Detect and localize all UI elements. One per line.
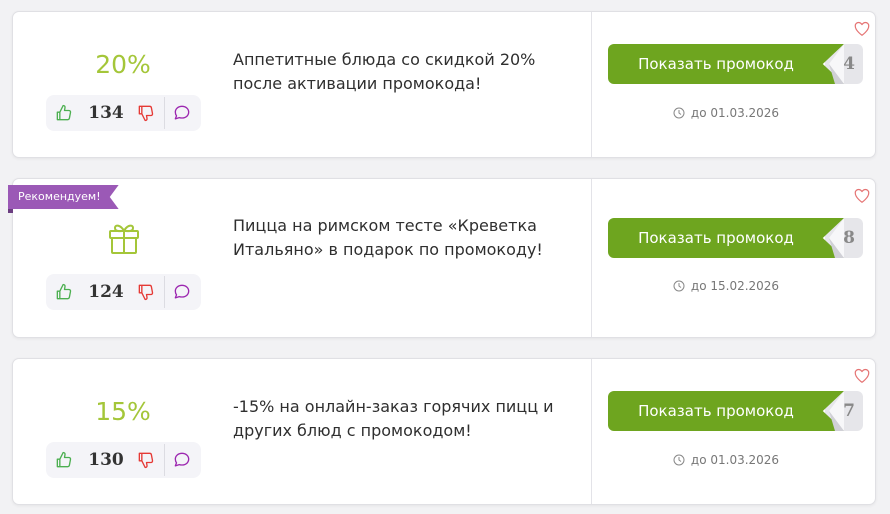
offer-left-panel: 124 <box>13 179 233 337</box>
show-promo-code-label: Показать промокод <box>608 391 844 431</box>
thumbs-up-icon[interactable] <box>54 450 74 470</box>
comment-icon[interactable] <box>172 282 192 302</box>
expiry-date: до 01.03.2026 <box>608 106 844 120</box>
clock-icon <box>673 107 685 119</box>
vote-separator <box>164 444 165 476</box>
card-divider <box>591 12 592 157</box>
thumbs-up-icon[interactable] <box>54 282 74 302</box>
discount-value: 20% <box>95 50 151 79</box>
vote-count: 134 <box>88 103 124 123</box>
heart-icon[interactable] <box>853 367 871 384</box>
offer-card: 15% 130 -15% на онлайн-заказ горячих пиц… <box>12 358 876 505</box>
page-fold-icon <box>829 218 844 258</box>
card-divider <box>591 179 592 337</box>
show-promo-code-button[interactable]: 4 Показать промокод <box>608 44 863 84</box>
show-promo-code-label: Показать промокод <box>608 44 844 84</box>
vote-panel: 130 <box>46 442 201 478</box>
gift-icon <box>109 224 139 254</box>
comment-icon[interactable] <box>172 103 192 123</box>
offer-left-panel: 15% 130 <box>13 359 233 504</box>
heart-icon[interactable] <box>853 187 871 204</box>
expiry-text: до 15.02.2026 <box>690 279 780 293</box>
show-promo-code-button[interactable]: 8 Показать промокод <box>608 218 863 258</box>
vote-separator <box>164 276 165 308</box>
show-promo-code-button[interactable]: 7 Показать промокод <box>608 391 863 431</box>
vote-separator <box>164 97 165 129</box>
thumbs-down-icon[interactable] <box>136 282 156 302</box>
show-promo-code-label: Показать промокод <box>608 218 844 258</box>
vote-panel: 124 <box>46 274 201 310</box>
vote-count: 124 <box>88 282 124 302</box>
expiry-date: до 01.03.2026 <box>608 453 844 467</box>
heart-icon[interactable] <box>853 20 871 37</box>
comment-icon[interactable] <box>172 450 192 470</box>
clock-icon <box>673 280 685 292</box>
vote-panel: 134 <box>46 95 201 131</box>
discount-value: 15% <box>95 397 151 426</box>
thumbs-up-icon[interactable] <box>54 103 74 123</box>
offer-description: -15% на онлайн-заказ горячих пицц и друг… <box>233 397 554 440</box>
page-fold-icon <box>829 391 844 431</box>
offer-description: Пицца на римском тесте «Креветка Итальян… <box>233 216 543 259</box>
expiry-date: до 15.02.2026 <box>608 279 844 293</box>
expiry-text: до 01.03.2026 <box>690 453 780 467</box>
expiry-text: до 01.03.2026 <box>690 106 780 120</box>
thumbs-down-icon[interactable] <box>136 103 156 123</box>
thumbs-down-icon[interactable] <box>136 450 156 470</box>
clock-icon <box>673 454 685 466</box>
offer-card: 20% 134 Аппетитные блюда со скидкой 20% … <box>12 11 876 158</box>
vote-count: 130 <box>88 450 124 470</box>
page-fold-icon <box>829 44 844 84</box>
offer-left-panel: 20% 134 <box>13 12 233 157</box>
offer-description: Аппетитные блюда со скидкой 20% после ак… <box>233 50 536 93</box>
card-divider <box>591 359 592 504</box>
offer-card: Рекомендуем! 124 Пицца на римском тесте … <box>8 178 876 338</box>
